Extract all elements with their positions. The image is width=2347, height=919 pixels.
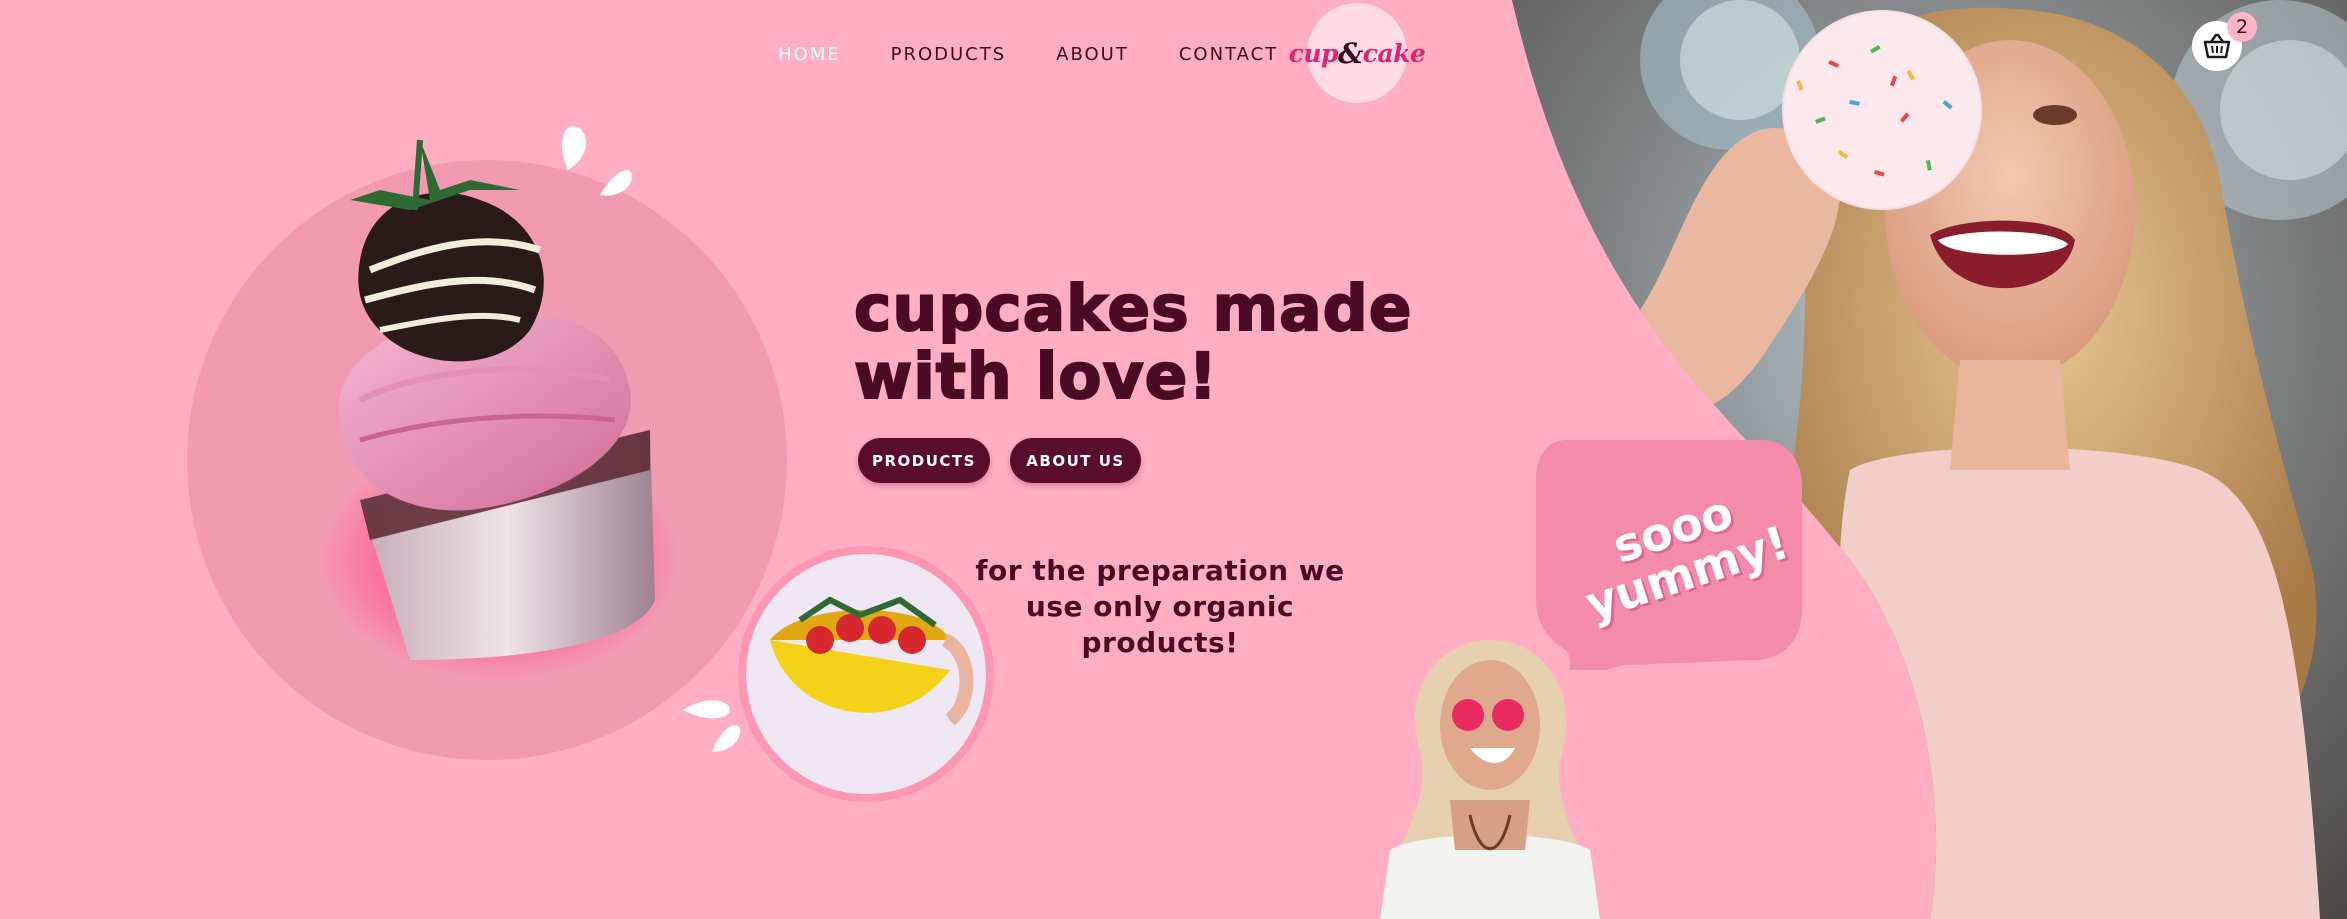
main-nav: HOME PRODUCTS ABOUT CONTACT [778,38,1278,72]
logo-part1: cup [1288,38,1339,68]
organic-line3: products! [1081,626,1239,659]
hero-headline: cupcakes made with love! [853,272,1474,413]
girl-sunglasses-photo [1380,640,1600,919]
nav-contact[interactable]: CONTACT [1179,38,1278,72]
headline-line2: with love! [853,340,1219,413]
logo[interactable]: cup & cake [1289,3,1426,103]
cart-count-badge: 2 [2227,12,2257,42]
nav-about[interactable]: ABOUT [1056,38,1129,72]
organic-line2: use only organic [1025,590,1295,623]
basket-icon [2203,33,2231,59]
organic-tagline: for the preparation we use only organic … [950,553,1370,661]
products-button[interactable]: PRODUCTS [858,438,990,483]
organic-line1: for the preparation we [975,554,1345,587]
about-us-button[interactable]: ABOUT US [1010,438,1141,483]
logo-amp: & [1337,36,1363,70]
logo-part2: cake [1362,38,1426,68]
nav-products[interactable]: PRODUCTS [891,38,1007,72]
headline-line1: cupcakes made [853,272,1413,345]
nav-home[interactable]: HOME [778,38,841,72]
